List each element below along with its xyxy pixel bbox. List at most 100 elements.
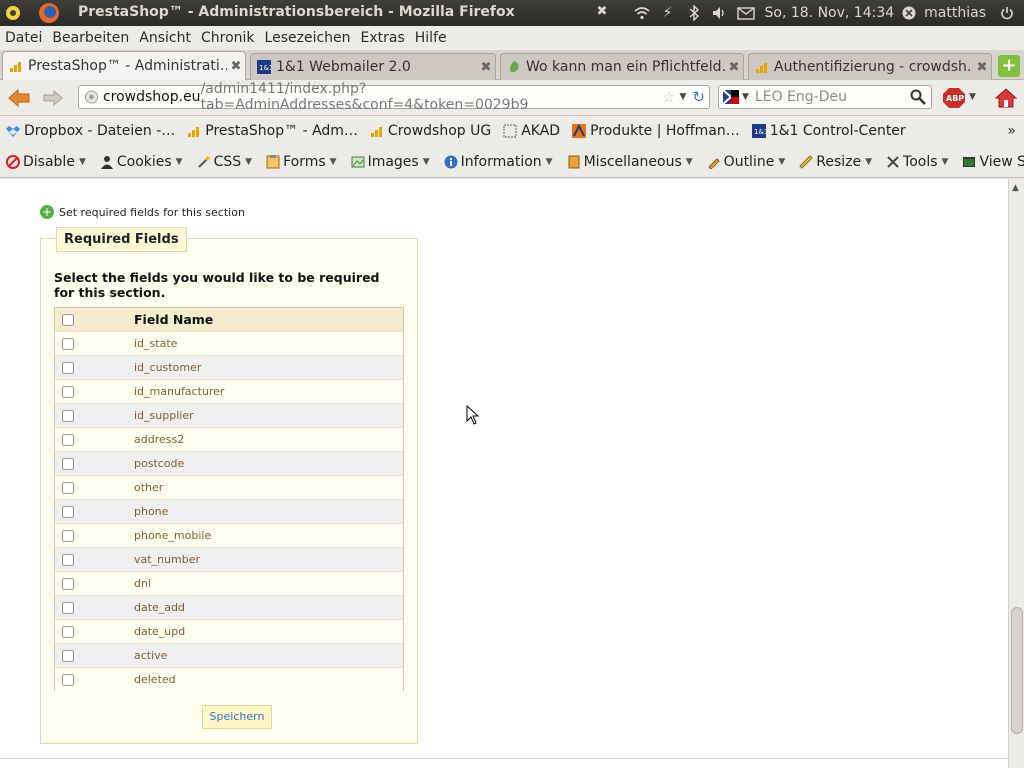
field-checkbox[interactable] bbox=[62, 385, 74, 398]
add-icon: + bbox=[40, 205, 54, 219]
menu-ansicht[interactable]: Ansicht bbox=[139, 30, 191, 46]
window-close-button[interactable]: ✖ bbox=[594, 4, 610, 20]
svg-text:1&1: 1&1 bbox=[259, 64, 271, 72]
search-icon[interactable] bbox=[910, 89, 926, 105]
field-checkbox[interactable] bbox=[62, 649, 74, 662]
bookmark-akad[interactable]: AKAD bbox=[503, 123, 560, 139]
field-checkbox[interactable] bbox=[62, 337, 74, 350]
menu-hilfe[interactable]: Hilfe bbox=[415, 30, 447, 46]
chevron-down-icon: ▼ bbox=[545, 156, 553, 167]
power-plug-icon[interactable]: ⚡ bbox=[657, 2, 679, 24]
prestashop-favicon-icon bbox=[10, 62, 21, 72]
scrollbar-thumb[interactable] bbox=[1011, 607, 1023, 734]
menu-bearbeiten[interactable]: Bearbeiten bbox=[52, 30, 129, 46]
reload-icon[interactable]: ↻ bbox=[692, 88, 705, 106]
field-checkbox[interactable] bbox=[62, 673, 74, 686]
images-icon bbox=[351, 156, 365, 167]
menu-lesezeichen[interactable]: Lesezeichen bbox=[265, 30, 351, 46]
field-checkbox[interactable] bbox=[62, 625, 74, 638]
mouse-cursor-icon bbox=[466, 405, 480, 425]
field-checkbox[interactable] bbox=[62, 577, 74, 590]
tab-authentifizierung[interactable]: Authentifizierung - crowdsh… ✖ bbox=[748, 53, 992, 80]
disable-icon bbox=[6, 154, 20, 169]
vertical-scrollbar[interactable]: ▲ bbox=[1008, 179, 1024, 768]
bluetooth-icon[interactable] bbox=[683, 2, 705, 24]
dev-resize-menu[interactable]: Resize ▼ bbox=[799, 154, 872, 170]
table-row: id_manufacturer bbox=[55, 379, 403, 403]
oneandone-favicon-icon: 1&1 bbox=[257, 60, 271, 74]
home-button[interactable] bbox=[993, 86, 1019, 110]
mail-icon[interactable] bbox=[735, 2, 757, 24]
tab-prestashop[interactable]: PrestaShop™ - Administrati… ✖ bbox=[2, 51, 246, 80]
tab-close-icon[interactable]: ✖ bbox=[227, 59, 245, 74]
bookmark-control-center[interactable]: 1&1 1&1 Control-Center bbox=[751, 123, 906, 139]
field-checkbox[interactable] bbox=[62, 409, 74, 422]
tab-close-icon[interactable]: ✖ bbox=[725, 60, 743, 75]
tab-pflichtfeld[interactable]: Wo kann man ein Pflichtfeld… ✖ bbox=[500, 53, 744, 80]
field-checkbox[interactable] bbox=[62, 601, 74, 614]
bookmark-prestashop[interactable]: PrestaShop™ - Adm… bbox=[187, 123, 358, 139]
ubuntu-logo-icon[interactable] bbox=[0, 0, 26, 26]
scroll-up-icon[interactable]: ▲ bbox=[1012, 183, 1019, 193]
field-checkbox[interactable] bbox=[62, 529, 74, 542]
cookies-icon bbox=[100, 155, 113, 169]
table-row: phone bbox=[55, 499, 403, 523]
required-fields-instruction: Select the fields you would like to be r… bbox=[54, 270, 380, 300]
back-button[interactable] bbox=[6, 86, 32, 110]
field-checkbox[interactable] bbox=[62, 505, 74, 518]
field-checkbox[interactable] bbox=[62, 457, 74, 470]
new-tab-button[interactable]: + bbox=[998, 55, 1020, 77]
tab-webmailer[interactable]: 1&1 1&1 Webmailer 2.0 ✖ bbox=[250, 53, 496, 80]
set-required-fields-link[interactable]: + Set required fields for this section bbox=[40, 205, 245, 219]
dev-outline-menu[interactable]: Outline ▼ bbox=[707, 154, 785, 170]
field-checkbox[interactable] bbox=[62, 433, 74, 446]
url-history-dropdown-icon[interactable]: ▼ bbox=[680, 92, 687, 102]
bookmark-dropbox[interactable]: Dropbox - Dateien -… bbox=[6, 123, 175, 139]
dev-information-menu[interactable]: Information ▼ bbox=[444, 154, 553, 170]
wifi-icon[interactable] bbox=[631, 2, 653, 24]
svg-text:1&1: 1&1 bbox=[754, 128, 766, 136]
field-checkbox[interactable] bbox=[62, 553, 74, 566]
adblock-button[interactable]: ABP bbox=[942, 87, 966, 109]
forward-button[interactable] bbox=[40, 86, 66, 110]
site-identity-icon[interactable] bbox=[84, 89, 99, 105]
save-button[interactable]: Speichern bbox=[202, 705, 272, 729]
search-engine-dropdown-icon[interactable]: ▼ bbox=[742, 92, 749, 102]
required-fields-table: Field Name id_state id_customer id_manuf… bbox=[54, 307, 404, 691]
dev-tools-menu[interactable]: Tools ▼ bbox=[886, 154, 948, 170]
field-checkbox[interactable] bbox=[62, 481, 74, 494]
dev-css-menu[interactable]: CSS ▼ bbox=[197, 154, 252, 170]
page-divider bbox=[0, 758, 1008, 759]
tab-close-icon[interactable]: ✖ bbox=[477, 60, 495, 75]
menu-extras[interactable]: Extras bbox=[361, 30, 405, 46]
bookmark-star-icon[interactable]: ☆ bbox=[662, 88, 675, 106]
required-fields-legend: Required Fields bbox=[56, 227, 187, 252]
field-name: other bbox=[134, 481, 164, 494]
shutdown-icon[interactable] bbox=[996, 2, 1018, 24]
tab-close-icon[interactable]: ✖ bbox=[973, 60, 991, 75]
user-name[interactable]: matthias bbox=[924, 5, 986, 21]
tools-icon bbox=[887, 155, 899, 168]
field-checkbox[interactable] bbox=[62, 361, 74, 374]
clock[interactable]: So, 18. Nov, 14:34 bbox=[765, 5, 895, 21]
menu-chronik[interactable]: Chronik bbox=[201, 30, 255, 46]
dev-cookies-menu[interactable]: Cookies ▼ bbox=[100, 154, 183, 170]
dev-disable-menu[interactable]: Disable ▼ bbox=[6, 154, 86, 170]
volume-icon[interactable] bbox=[709, 2, 731, 24]
adblock-dropdown-icon[interactable]: ▼ bbox=[969, 92, 976, 102]
bookmark-crowdshop[interactable]: Crowdshop UG bbox=[370, 123, 491, 139]
bookmarks-overflow-icon[interactable]: » bbox=[1007, 123, 1016, 139]
address-bar[interactable]: crowdshop.eu/admin1411/index.php?tab=Adm… bbox=[78, 81, 710, 113]
field-name: id_manufacturer bbox=[134, 385, 225, 398]
select-all-checkbox[interactable] bbox=[62, 313, 74, 326]
dev-forms-menu[interactable]: Forms ▼ bbox=[266, 154, 337, 170]
dev-images-menu[interactable]: Images ▼ bbox=[351, 154, 430, 170]
bookmark-hoffmann[interactable]: Produkte | Hoffman… bbox=[572, 123, 740, 139]
dev-miscellaneous-menu[interactable]: Miscellaneous ▼ bbox=[567, 154, 693, 170]
view-source-icon bbox=[963, 156, 976, 167]
menu-datei[interactable]: Datei bbox=[5, 30, 42, 46]
search-bar[interactable]: ▼ LEO Eng-Deu bbox=[718, 85, 932, 109]
search-engine-flag-icon[interactable] bbox=[723, 90, 739, 104]
dev-view-source-menu[interactable]: View S bbox=[962, 154, 1024, 170]
window-title: PrestaShop™ - Administrationsbereich - M… bbox=[78, 4, 515, 20]
